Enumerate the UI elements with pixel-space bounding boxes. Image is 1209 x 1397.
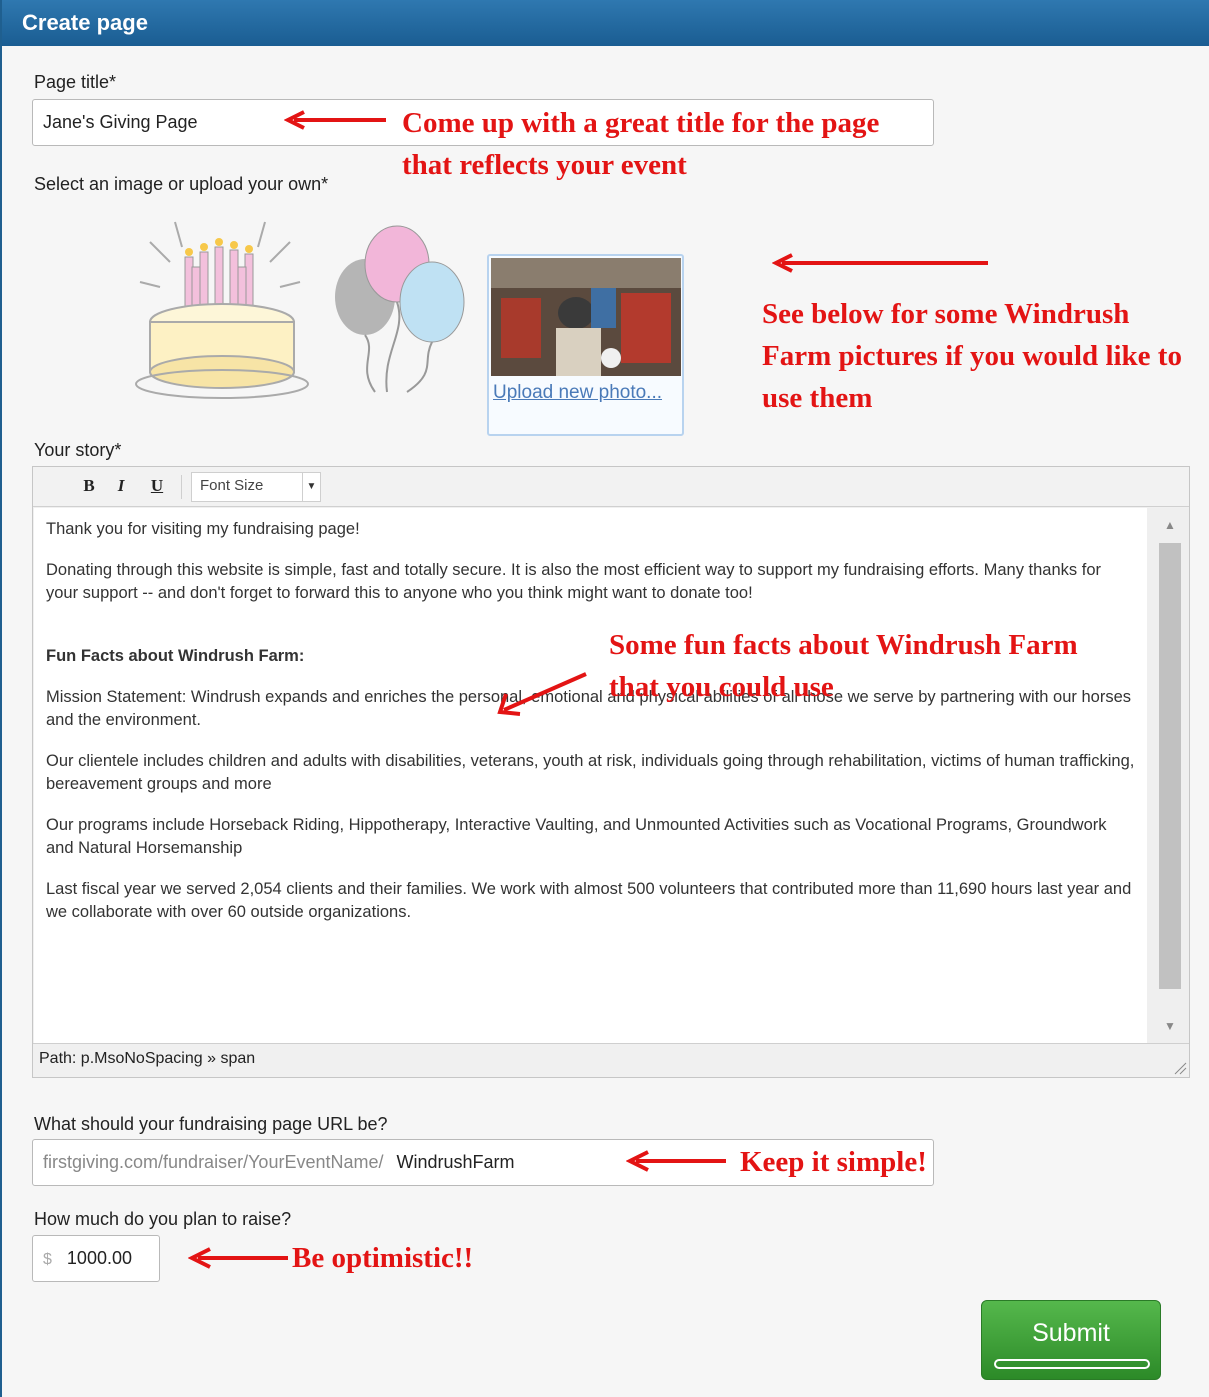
page-title-label: Page title* <box>34 72 117 92</box>
font-size-value: Font Size <box>200 477 264 494</box>
story-textarea[interactable]: Thank you for visiting my fundraising pa… <box>34 508 1147 1043</box>
bold-button[interactable]: B <box>77 476 101 498</box>
editor-path: Path: p.MsoNoSpacing » span <box>39 1050 256 1067</box>
arrow-left-icon <box>626 1150 726 1172</box>
arrow-left-icon <box>188 1247 288 1269</box>
scroll-up-icon[interactable]: ▲ <box>1160 518 1180 532</box>
story-paragraph: Our clientele includes children and adul… <box>46 752 1135 793</box>
arrow-down-left-icon <box>497 672 587 716</box>
goal-input[interactable]: $ 1000.00 <box>32 1235 160 1282</box>
italic-button[interactable]: I <box>109 476 133 498</box>
scroll-thumb[interactable] <box>1159 543 1181 989</box>
image-select-label: Select an image or upload your own* <box>34 174 329 194</box>
image-annotation: See below for some Windrush Farm picture… <box>762 298 1182 414</box>
story-paragraph: Thank you for visiting my fundraising pa… <box>46 520 360 538</box>
currency-symbol: $ <box>43 1251 52 1268</box>
underline-button[interactable]: U <box>145 476 169 498</box>
goal-label: How much do you plan to raise? <box>34 1209 292 1229</box>
url-value: WindrushFarm <box>396 1152 515 1172</box>
scroll-down-icon[interactable]: ▼ <box>1160 1019 1180 1033</box>
editor-toolbar: B I U Font Size ▼ <box>33 467 1189 507</box>
arrow-left-icon <box>772 253 988 273</box>
create-page-panel: Create page Page title* Jane's Giving Pa… <box>0 0 1209 1397</box>
story-paragraph: Last fiscal year we served 2,054 clients… <box>46 880 1132 921</box>
toolbar-divider <box>181 475 182 499</box>
story-label: Your story* <box>34 440 122 460</box>
title-annotation: Come up with a great title for the page … <box>402 107 880 181</box>
upload-new-photo-link[interactable]: Upload new photo... <box>493 382 662 404</box>
chevron-down-icon[interactable]: ▼ <box>302 473 320 501</box>
submit-button[interactable]: Submit <box>981 1300 1161 1380</box>
story-paragraph: Our programs include Horseback Riding, H… <box>46 816 1107 857</box>
story-annotation: Some fun facts about Windrush Farm that … <box>609 629 1078 703</box>
story-editor: B I U Font Size ▼ Thank you for visiting… <box>32 466 1190 1078</box>
url-annotation: Keep it simple! <box>740 1146 927 1178</box>
submit-progress-bar <box>994 1359 1150 1369</box>
page-title-value: Jane's Giving Page <box>43 112 198 132</box>
url-label: What should your fundraising page URL be… <box>34 1114 388 1134</box>
panel-header: Create page <box>2 0 1209 46</box>
goal-annotation: Be optimistic!! <box>292 1242 474 1274</box>
cake-image[interactable] <box>130 212 310 402</box>
editor-path-bar: Path: p.MsoNoSpacing » span <box>33 1043 1189 1077</box>
url-prefix: firstgiving.com/fundraiser/YourEventName… <box>43 1152 384 1172</box>
story-scrollbar[interactable]: ▲ ▼ <box>1147 508 1189 1043</box>
font-size-select[interactable]: Font Size ▼ <box>191 472 321 502</box>
balloons-image[interactable] <box>327 222 467 402</box>
resize-handle-icon[interactable] <box>1173 1061 1187 1075</box>
story-paragraph: Donating through this website is simple,… <box>46 561 1101 602</box>
goal-value: 1000.00 <box>66 1248 132 1268</box>
submit-label: Submit <box>1032 1319 1110 1347</box>
uploaded-photo-image <box>491 258 681 376</box>
uploaded-photo-tile[interactable]: Upload new photo... <box>487 254 684 436</box>
arrow-left-icon <box>284 110 386 130</box>
